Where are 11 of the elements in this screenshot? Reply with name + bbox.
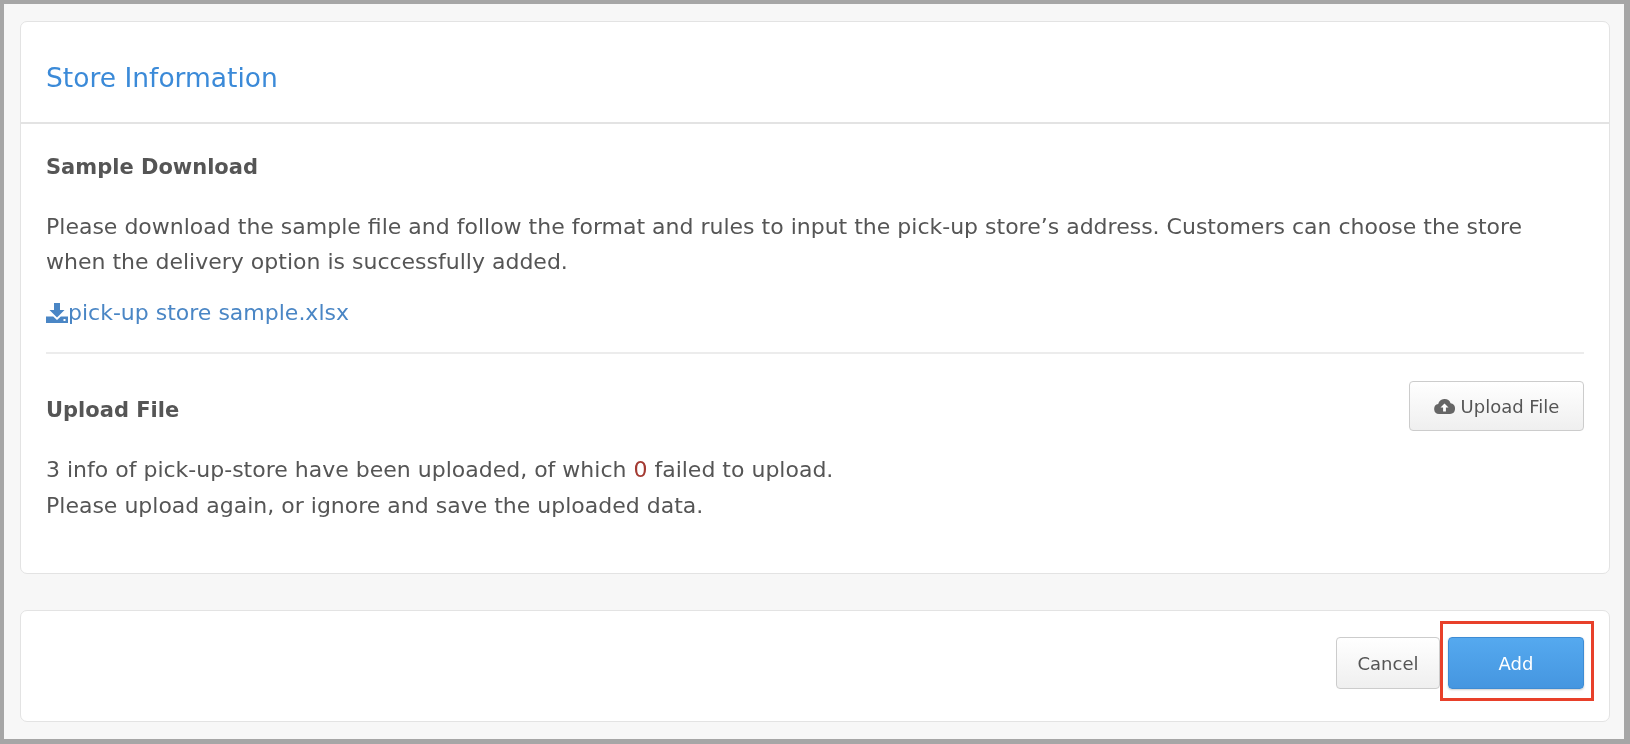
sample-file-link[interactable]: pick-up store sample.xlsx — [46, 295, 349, 330]
section-heading: Sample Download — [46, 154, 258, 181]
upload-hint-text: Please upload again, or ignore and save the uploaded data. — [46, 492, 705, 520]
description-text: Please download the sample file and follow the format and rules to input the pick-up store’s address. Customers can choose the store when the delivery option is successfully added. — [46, 213, 1524, 276]
cloud-upload-icon — [1433, 398, 1455, 414]
download-icon — [46, 302, 68, 323]
upload-result-text: 3 info of pick-up-store have been uploaded, of which 0 failed to upload. — [46, 456, 835, 484]
card-title: Store Information — [46, 61, 278, 93]
cancel-button[interactable]: Cancel — [1336, 637, 1440, 689]
section-heading: Upload File — [46, 397, 180, 424]
upload-file-button[interactable]: Upload File — [1409, 381, 1584, 431]
